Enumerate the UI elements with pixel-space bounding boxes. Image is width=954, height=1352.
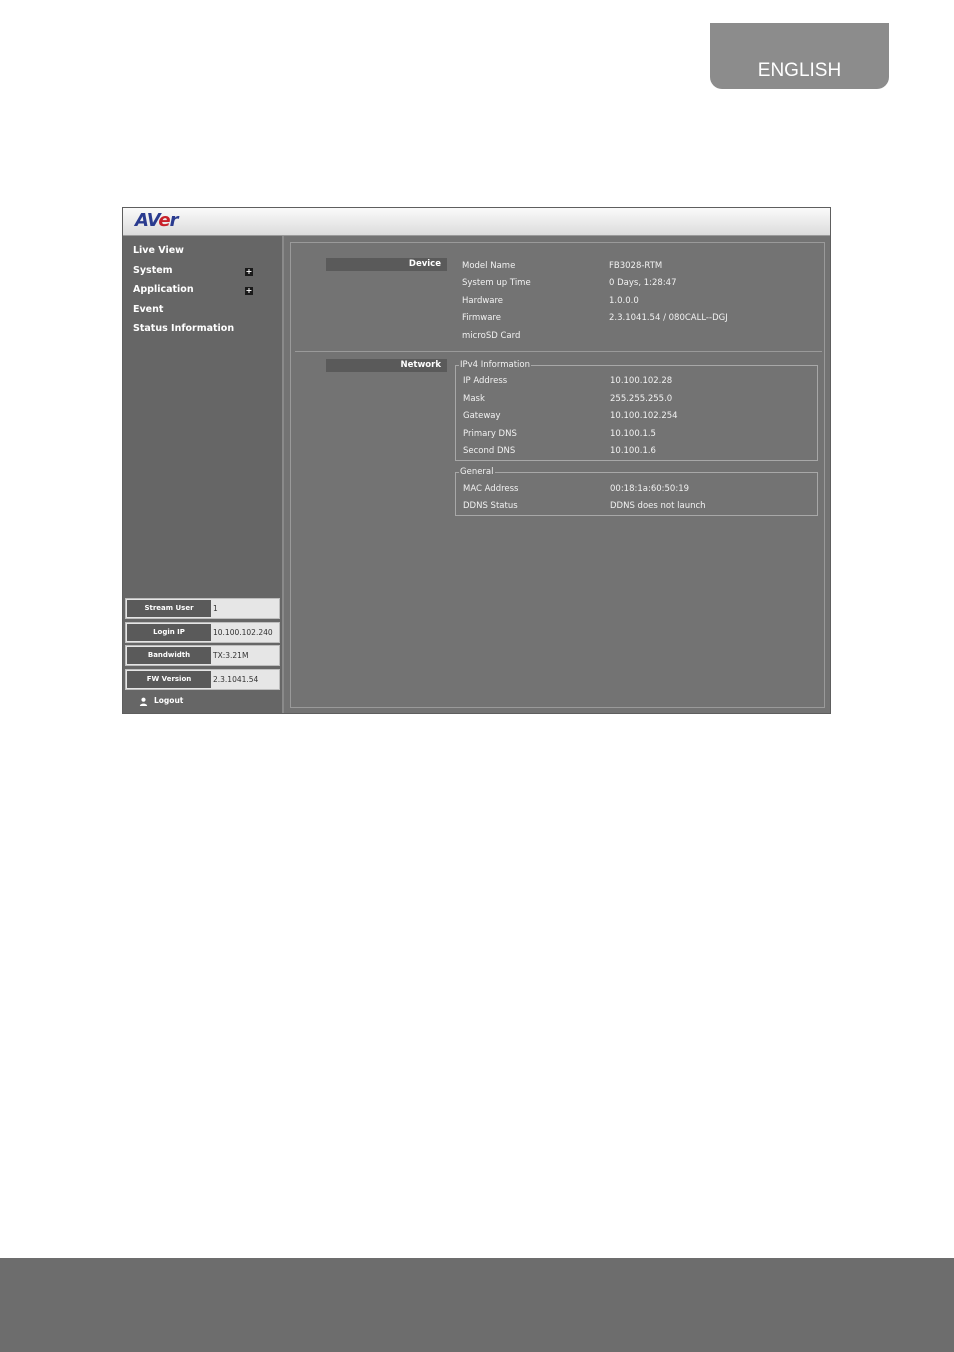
sidebar-item-live-view[interactable]: Live View [133, 245, 255, 265]
info-bandwidth: Bandwidth TX:3.21M [125, 645, 280, 666]
logout-button[interactable]: Logout [139, 696, 183, 706]
device-value: 1.0.0.0 [609, 296, 639, 306]
general-key: DDNS Status [463, 501, 518, 511]
sidebar-item-status-information[interactable]: Status Information [133, 323, 255, 343]
info-label: Login IP [127, 624, 211, 641]
ipv4-fieldset: IPv4 Information IP Address 10.100.102.2… [455, 360, 818, 461]
network-section-label: Network [326, 359, 447, 372]
device-key: Firmware [462, 313, 501, 323]
device-key: System up Time [462, 278, 531, 288]
footer-band [0, 1258, 954, 1352]
info-label: Bandwidth [127, 647, 211, 664]
ipv4-key: Gateway [463, 411, 501, 421]
sidebar-item-application[interactable]: Application + [133, 284, 255, 304]
general-fieldset: General MAC Address 00:18:1a:60:50:19 DD… [455, 467, 818, 516]
ipv4-value: 10.100.1.6 [610, 446, 656, 456]
user-icon [139, 697, 148, 706]
info-fw-version: FW Version 2.3.1041.54 [125, 669, 280, 690]
info-value: 10.100.102.240 [213, 628, 273, 637]
ipv4-value: 10.100.102.254 [610, 411, 678, 421]
sidebar-menu: Live View System + Application + Event Sta… [133, 245, 255, 343]
ipv4-key: IP Address [463, 376, 508, 386]
device-value: FB3028-RTM [609, 261, 663, 271]
device-value: 0 Days, 1:28:47 [609, 278, 677, 288]
ipv4-value: 255.255.255.0 [610, 394, 673, 404]
general-legend: General [459, 467, 495, 477]
logout-label: Logout [154, 696, 184, 705]
aver-logo: AVer [135, 210, 178, 231]
device-key: microSD Card [462, 331, 521, 341]
info-login-ip: Login IP 10.100.102.240 [125, 622, 280, 643]
info-label: FW Version [127, 671, 211, 688]
section-divider [295, 351, 822, 352]
info-value: 1 [213, 604, 218, 613]
ipv4-value: 10.100.1.5 [610, 429, 656, 439]
ipv4-key: Second DNS [463, 446, 516, 456]
device-key: Model Name [462, 261, 516, 271]
info-stream-user: Stream User 1 [125, 598, 280, 619]
ipv4-key: Primary DNS [463, 429, 517, 439]
info-value: TX:3.21M [213, 651, 249, 660]
device-value: 2.3.1041.54 / 080CALL--DGJ [609, 313, 728, 323]
expand-icon[interactable]: + [245, 267, 253, 276]
sidebar: Live View System + Application + Event Sta… [123, 236, 284, 713]
title-bar: AVer [123, 208, 830, 236]
expand-icon[interactable]: + [245, 287, 253, 295]
device-section-label: Device [326, 258, 447, 271]
sidebar-item-system[interactable]: System + [133, 265, 255, 285]
sidebar-item-event[interactable]: Event [133, 304, 255, 324]
ipv4-key: Mask [463, 394, 485, 404]
status-content: Device Model Name FB3028-RTM System up T… [290, 242, 825, 708]
app-window: AVer Live View System + Application + Even… [122, 207, 831, 714]
general-value: 00:18:1a:60:50:19 [610, 484, 690, 494]
language-tab: ENGLISH [710, 23, 889, 89]
info-label: Stream User [127, 600, 211, 617]
general-value: DDNS does not launch [610, 501, 706, 511]
ipv4-legend: IPv4 Information [459, 360, 531, 370]
ipv4-value: 10.100.102.28 [610, 376, 673, 386]
general-key: MAC Address [463, 484, 519, 494]
info-value: 2.3.1041.54 [213, 675, 259, 684]
device-key: Hardware [462, 296, 504, 306]
